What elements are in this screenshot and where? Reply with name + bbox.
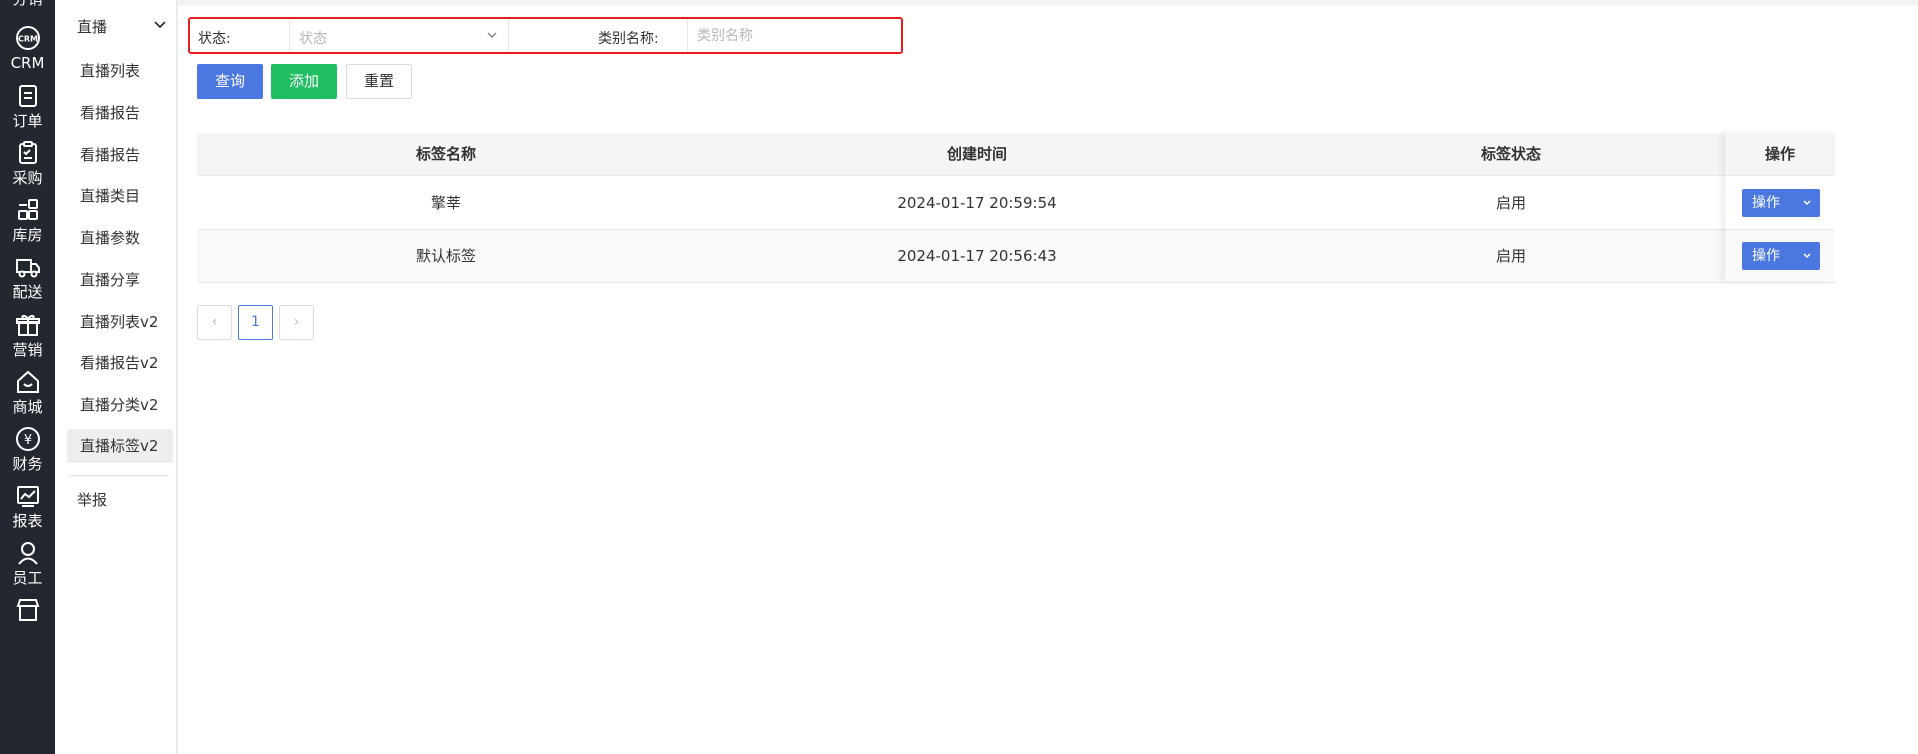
nav-staff[interactable]: 员工 [0,539,55,587]
chevron-down-icon [487,32,497,39]
table-row: 默认标签 2024-01-17 20:56:43 启用 操作 [197,230,1835,283]
column-header-created-time: 创建时间 [946,145,1007,163]
submenu-item-live-share[interactable]: 直播分享 [67,263,173,297]
row-action-dropdown[interactable]: 操作 [1742,242,1820,270]
filter-bar: 状态: 状态 类别名称: [188,17,903,54]
order-icon [14,82,42,110]
column-header-tag-status: 标签状态 [1480,145,1541,163]
nav-delivery[interactable]: 配送 [0,253,55,301]
nav-label: 商城 [12,398,43,416]
table-header: 标签名称 创建时间 标签状态 操作 [197,133,1835,176]
submenu-header[interactable]: 直播 [77,16,167,40]
live-submenu: 直播 直播列表 看播报告 看播报告 直播类目 直播参数 直播分享 直播列表v2 … [55,0,177,754]
nav-label: 采购 [12,169,43,187]
table-row: 擎莘 2024-01-17 20:59:54 启用 操作 [197,177,1835,230]
submenu-title: 直播 [77,18,108,36]
add-button[interactable]: 添加 [271,64,337,99]
row-action-dropdown[interactable]: 操作 [1742,189,1820,217]
submenu-item-live-list[interactable]: 直播列表 [67,54,173,88]
chart-icon [14,482,42,510]
nav-label: 营销 [12,341,43,359]
submenu-item-live-list-v2[interactable]: 直播列表v2 [67,305,173,339]
user-icon [14,539,42,567]
crm-icon: CRM [14,24,42,52]
top-strip [178,0,1918,6]
truck-icon [14,253,42,281]
store-icon [14,596,42,624]
yen-icon: ¥ [14,425,42,453]
nav-finance[interactable]: ¥ 财务 [0,425,55,473]
submenu-item-live-category[interactable]: 直播类目 [67,179,173,213]
submenu-item-live-params[interactable]: 直播参数 [67,221,173,255]
nav-label: 财务 [12,455,43,473]
chevron-down-icon [154,21,166,29]
main-content: 状态: 状态 类别名称: 查询 添加 重置 标签名称 创建时间 标签状态 操作 … [178,0,1918,754]
prev-page-button[interactable]: ‹ [197,305,232,340]
nav-purchase[interactable]: 采购 [0,139,55,187]
nav-crm[interactable]: CRM CRM [0,24,55,72]
nav-label: 员工 [12,569,43,587]
nav-label: 订单 [12,112,43,130]
svg-text:¥: ¥ [23,433,31,448]
main-nav-rail: 分销 CRM CRM 订单 采购 库房 [0,0,55,754]
next-page-button[interactable]: › [279,305,314,340]
reset-button[interactable]: 重置 [346,64,412,99]
submenu-divider [69,475,169,476]
nav-warehouse[interactable]: 库房 [0,196,55,244]
status-select[interactable]: 状态 [289,19,509,52]
page-number-1[interactable]: 1 [238,305,273,340]
tag-status-cell: 启用 [1495,247,1526,265]
status-placeholder: 状态 [299,31,327,47]
category-name-input[interactable] [687,19,903,52]
query-button[interactable]: 查询 [197,64,263,99]
grid-icon [14,196,42,224]
nav-reports[interactable]: 报表 [0,482,55,530]
nav-label: CRM [10,54,45,72]
nav-label: 库房 [12,226,43,244]
tag-status-cell: 启用 [1495,194,1526,212]
app-root: 分销 CRM CRM 订单 采购 库房 [0,0,1918,754]
nav-label: 报表 [12,512,43,530]
row-action-label: 操作 [1752,195,1780,211]
clipboard-icon [14,139,42,167]
created-time-cell: 2024-01-17 20:56:43 [897,247,1057,265]
nav-orders[interactable]: 订单 [0,82,55,130]
submenu-item-live-category-v2[interactable]: 直播分类v2 [67,388,173,422]
tag-name-cell: 默认标签 [415,247,476,265]
nav-store[interactable] [0,596,55,624]
nav-label: 配送 [12,283,43,301]
nav-marketing[interactable]: 营销 [0,311,55,359]
tag-name-cell: 擎莘 [430,194,461,212]
submenu-item-watch-report-v2[interactable]: 看播报告v2 [67,346,173,380]
crm-badge-text: CRM [18,35,38,44]
column-header-actions: 操作 [1764,145,1795,163]
nav-mall[interactable]: 商城 [0,368,55,416]
nav-distribution[interactable]: 分销 [0,0,55,8]
submenu-item-watch-report-2[interactable]: 看播报告 [67,138,173,172]
home-icon [14,368,42,396]
submenu-item-watch-report[interactable]: 看播报告 [67,96,173,130]
status-label: 状态: [198,31,231,47]
created-time-cell: 2024-01-17 20:59:54 [897,194,1057,212]
nav-label: 分销 [0,0,55,8]
row-action-label: 操作 [1752,248,1780,264]
submenu-item-report[interactable]: 举报 [77,489,107,510]
gift-icon [14,311,42,339]
chevron-down-icon [1803,253,1811,259]
column-header-tag-name: 标签名称 [415,145,476,163]
submenu-item-live-tag-v2[interactable]: 直播标签v2 [67,429,173,463]
category-label: 类别名称: [598,31,659,47]
chevron-down-icon [1803,200,1811,206]
